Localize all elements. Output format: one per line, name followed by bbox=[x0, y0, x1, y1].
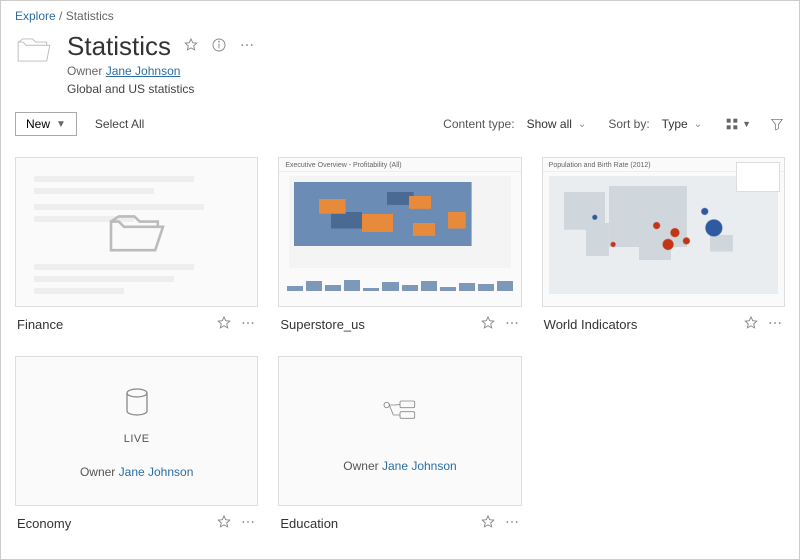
more-icon[interactable] bbox=[504, 315, 520, 334]
breadcrumb: Explore / Statistics bbox=[1, 1, 799, 27]
card-title[interactable]: Finance bbox=[17, 317, 208, 332]
map-legend bbox=[736, 162, 780, 192]
content-type-value: Show all bbox=[527, 117, 572, 131]
card-thumbnail[interactable]: Executive Overview - Profitability (All) bbox=[278, 157, 521, 307]
caret-down-icon: ▼ bbox=[56, 119, 66, 130]
card-owner-line: Owner Jane Johnson bbox=[343, 459, 456, 473]
card-thumbnail[interactable]: Owner Jane Johnson bbox=[278, 356, 521, 506]
database-icon bbox=[117, 383, 157, 423]
view-mode-grid-button[interactable]: ▼ bbox=[724, 116, 751, 132]
breadcrumb-sep: / bbox=[59, 9, 62, 23]
folder-icon bbox=[15, 31, 53, 72]
card-title[interactable]: Superstore_us bbox=[280, 317, 471, 332]
card-thumbnail[interactable]: Population and Birth Rate (2012) bbox=[542, 157, 785, 307]
star-icon[interactable] bbox=[216, 514, 232, 533]
card-thumbnail[interactable]: LIVE Owner Jane Johnson bbox=[15, 356, 258, 506]
breadcrumb-root[interactable]: Explore bbox=[15, 9, 56, 23]
new-button-label: New bbox=[26, 117, 50, 131]
card-datasource: LIVE Owner Jane Johnson Economy bbox=[15, 356, 258, 533]
owner-name-link[interactable]: Jane Johnson bbox=[106, 64, 181, 78]
live-badge: LIVE bbox=[124, 433, 150, 445]
star-icon[interactable] bbox=[743, 315, 759, 334]
card-thumbnail[interactable] bbox=[15, 157, 258, 307]
card-folder: Finance bbox=[15, 157, 258, 334]
star-icon[interactable] bbox=[183, 37, 199, 56]
sort-by-label: Sort by: bbox=[608, 117, 649, 131]
owner-name-link[interactable]: Jane Johnson bbox=[382, 459, 457, 473]
content-grid: Finance Executive Overview - Profitabili… bbox=[1, 143, 799, 553]
select-all-link[interactable]: Select All bbox=[95, 117, 144, 131]
star-icon[interactable] bbox=[480, 315, 496, 334]
card-datasource: Owner Jane Johnson Education bbox=[278, 356, 521, 533]
more-icon[interactable] bbox=[239, 37, 255, 56]
us-map-viz bbox=[289, 176, 510, 268]
card-title[interactable]: Economy bbox=[17, 516, 208, 531]
chevron-down-icon: ⌄ bbox=[578, 119, 586, 130]
folder-icon bbox=[105, 206, 169, 258]
chevron-down-icon: ⌄ bbox=[694, 119, 702, 130]
owner-label: Owner bbox=[343, 459, 378, 473]
page-header: Statistics Owner Jane Johnson Global and… bbox=[1, 27, 799, 106]
card-owner-line: Owner Jane Johnson bbox=[80, 465, 193, 479]
caret-down-icon: ▼ bbox=[742, 119, 751, 129]
filter-icon[interactable] bbox=[769, 116, 785, 132]
page-title: Statistics bbox=[67, 31, 171, 62]
star-icon[interactable] bbox=[216, 315, 232, 334]
breadcrumb-current: Statistics bbox=[66, 9, 114, 23]
more-icon[interactable] bbox=[240, 315, 256, 334]
owner-label: Owner bbox=[80, 465, 115, 479]
more-icon[interactable] bbox=[504, 514, 520, 533]
sparkline-row bbox=[279, 272, 520, 294]
card-title[interactable]: Education bbox=[280, 516, 471, 531]
folder-description: Global and US statistics bbox=[67, 82, 785, 96]
more-icon[interactable] bbox=[767, 315, 783, 334]
info-icon[interactable] bbox=[211, 37, 227, 56]
card-workbook: Population and Birth Rate (2012) World I… bbox=[542, 157, 785, 334]
toolbar: New ▼ Select All Content type: Show all … bbox=[1, 106, 799, 143]
owner-label: Owner bbox=[67, 64, 102, 78]
flow-icon bbox=[380, 389, 420, 429]
world-map-viz bbox=[549, 176, 778, 294]
content-type-label: Content type: bbox=[443, 117, 514, 131]
viz-title: Executive Overview - Profitability (All) bbox=[279, 158, 520, 172]
card-title[interactable]: World Indicators bbox=[544, 317, 735, 332]
content-type-dropdown[interactable]: Show all ⌄ bbox=[523, 115, 591, 133]
card-workbook: Executive Overview - Profitability (All)… bbox=[278, 157, 521, 334]
more-icon[interactable] bbox=[240, 514, 256, 533]
new-button[interactable]: New ▼ bbox=[15, 112, 77, 136]
owner-name-link[interactable]: Jane Johnson bbox=[119, 465, 194, 479]
sort-by-value: Type bbox=[662, 117, 688, 131]
sort-by-dropdown[interactable]: Type ⌄ bbox=[658, 115, 706, 133]
owner-line: Owner Jane Johnson bbox=[67, 64, 785, 78]
star-icon[interactable] bbox=[480, 514, 496, 533]
